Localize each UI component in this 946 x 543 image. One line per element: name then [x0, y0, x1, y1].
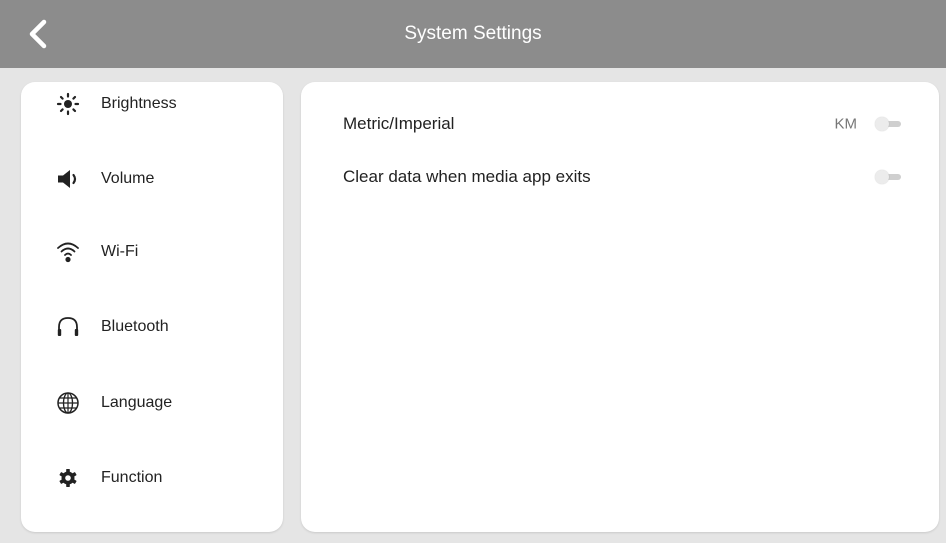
- sidebar-item-volume[interactable]: Volume: [21, 149, 283, 209]
- sidebar-item-language[interactable]: Language: [21, 373, 283, 433]
- back-button[interactable]: [22, 17, 58, 53]
- clear-data-toggle[interactable]: [875, 170, 901, 184]
- settings-panel: Metric/Imperial KM Clear data when media…: [301, 82, 939, 532]
- sidebar-item-label: Function: [101, 469, 163, 486]
- sidebar-item-label: Bluetooth: [101, 318, 169, 335]
- setting-row-metric-imperial[interactable]: Metric/Imperial KM: [301, 104, 939, 144]
- globe-icon: [55, 390, 81, 416]
- gear-icon: [55, 465, 81, 491]
- setting-row-clear-data[interactable]: Clear data when media app exits: [301, 157, 939, 197]
- setting-label: Metric/Imperial: [343, 114, 455, 133]
- headphones-icon: [55, 314, 81, 340]
- metric-imperial-toggle[interactable]: [875, 117, 901, 131]
- sidebar-item-label: Brightness: [101, 95, 177, 112]
- setting-label: Clear data when media app exits: [343, 167, 591, 186]
- toggle-knob: [875, 170, 889, 184]
- wifi-icon: [55, 239, 81, 265]
- chevron-left-icon: [29, 19, 47, 49]
- top-bar: System Settings: [0, 0, 946, 68]
- sidebar-item-bluetooth[interactable]: Bluetooth: [21, 297, 283, 357]
- sidebar-item-label: Wi-Fi: [101, 243, 139, 260]
- sidebar-item-brightness[interactable]: Brightness: [21, 82, 283, 134]
- sidebar-item-label: Language: [101, 394, 173, 411]
- toggle-knob: [875, 117, 889, 131]
- sidebar-item-function[interactable]: Function: [21, 448, 283, 508]
- settings-sidebar: Brightness Volume Wi-Fi Bluetooth Langua…: [21, 82, 283, 532]
- unit-value: KM: [834, 115, 858, 133]
- brightness-icon: [55, 91, 81, 117]
- page-title-text: System Settings: [404, 23, 542, 44]
- page-title: System Settings: [0, 0, 946, 68]
- sidebar-item-label: Volume: [101, 170, 155, 187]
- volume-icon: [55, 166, 81, 192]
- sidebar-item-wifi[interactable]: Wi-Fi: [21, 222, 283, 282]
